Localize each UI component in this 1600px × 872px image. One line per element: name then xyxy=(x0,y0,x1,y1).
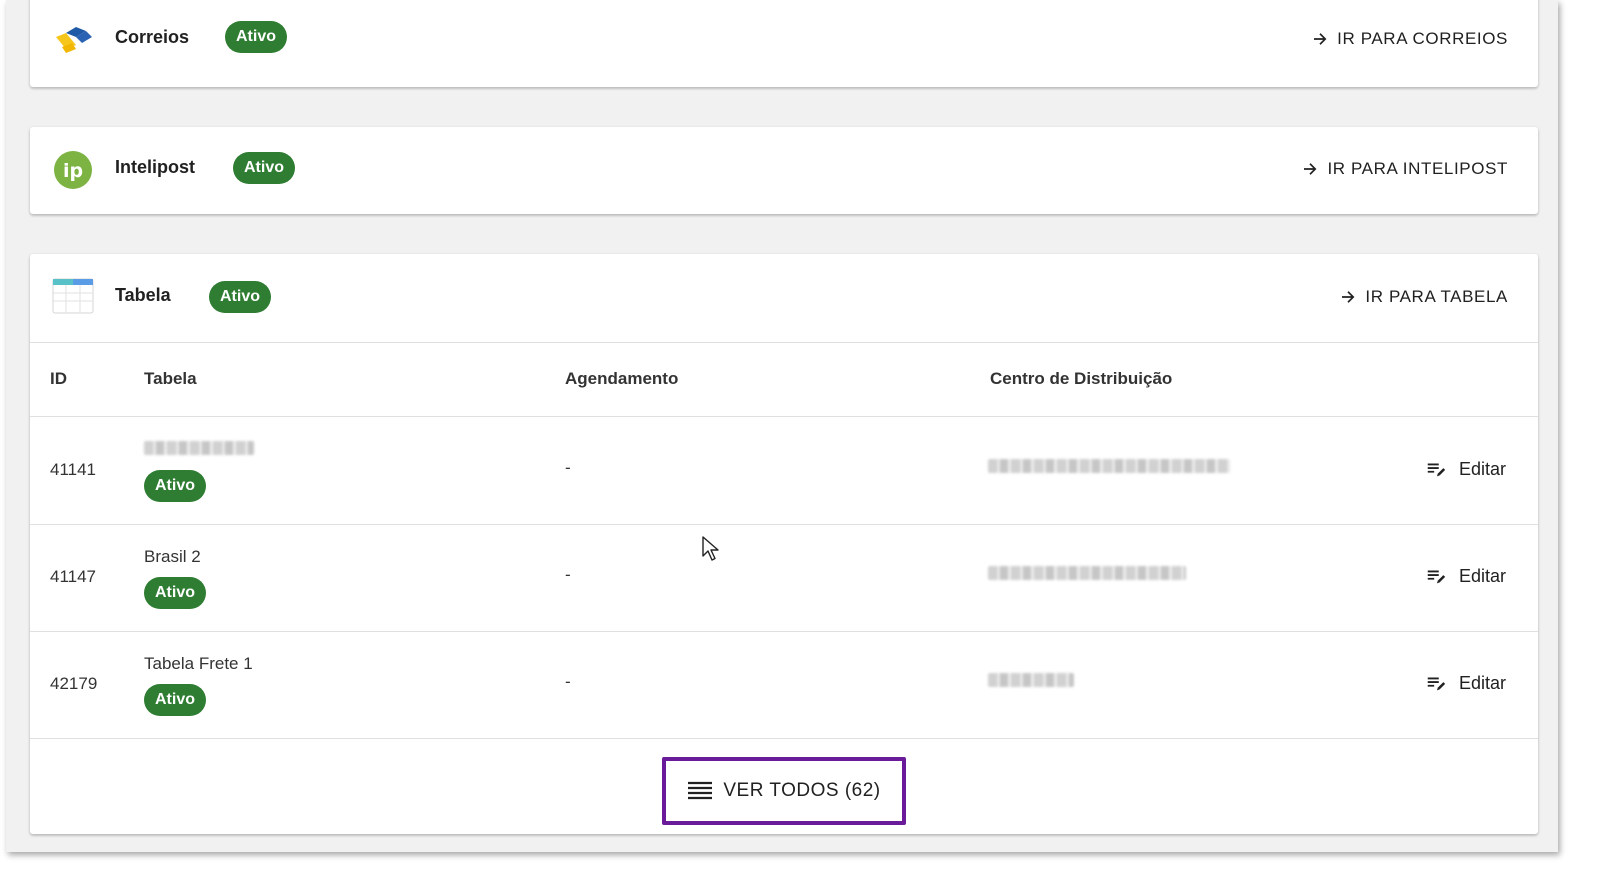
redacted-centro xyxy=(988,673,1074,687)
carrier-name: Correios xyxy=(115,27,190,47)
status-badge: Ativo xyxy=(144,684,206,716)
column-header-agendamento: Agendamento xyxy=(565,369,679,388)
row-id: 41147 xyxy=(50,567,97,586)
carrier-name: Tabela xyxy=(115,285,171,305)
arrow-right-icon xyxy=(1304,163,1317,175)
table-row: 42179 Tabela Frete 1 Ativo - Editar xyxy=(30,632,1538,739)
carrier-name: Intelipost xyxy=(115,157,195,177)
goto-tabela-button[interactable]: IR PARA TABELA xyxy=(1339,287,1508,307)
redacted-name xyxy=(144,441,254,455)
arrow-right-icon xyxy=(1314,33,1327,45)
status-badge: Ativo xyxy=(144,577,206,609)
list-icon xyxy=(688,781,713,800)
view-all-button[interactable]: VER TODOS (62) xyxy=(662,757,906,825)
view-all-label: VER TODOS (62) xyxy=(723,780,881,801)
row-name xyxy=(144,440,254,460)
column-header-tabela: Tabela xyxy=(144,369,197,388)
goto-label: IR PARA TABELA xyxy=(1365,287,1508,306)
table-header: ID Tabela Agendamento Centro de Distribu… xyxy=(30,343,1538,417)
row-centro xyxy=(988,458,1230,478)
row-agendamento: - xyxy=(565,458,571,477)
redacted-centro xyxy=(988,566,1186,580)
edit-button[interactable]: Editar xyxy=(1425,672,1506,694)
table-row: 41141 Ativo - Editar xyxy=(30,418,1538,525)
column-header-id: ID xyxy=(50,369,67,388)
carrier-card-header: Correios Ativo IR PARA CORREIOS xyxy=(30,0,1538,86)
carrier-card-correios: Correios Ativo IR PARA CORREIOS xyxy=(30,0,1538,87)
carrier-card-intelipost: ip Intelipost Ativo IR PARA INTELIPOST xyxy=(30,127,1538,214)
row-agendamento: - xyxy=(565,672,571,691)
row-agendamento: - xyxy=(565,565,571,584)
goto-correios-button[interactable]: IR PARA CORREIOS xyxy=(1311,29,1508,49)
edit-label: Editar xyxy=(1458,672,1506,693)
table-row: 41147 Brasil 2 Ativo - Editar xyxy=(30,525,1538,632)
mouse-cursor-icon xyxy=(702,536,719,561)
status-badge: Ativo xyxy=(144,470,206,502)
arrow-right-icon xyxy=(1342,291,1355,303)
carrier-card-header: Tabela Ativo IR PARA TABELA xyxy=(30,254,1538,342)
row-id: 42179 xyxy=(50,674,98,693)
goto-label: IR PARA INTELIPOST xyxy=(1327,159,1508,178)
row-name-cell: Tabela Frete 1 Ativo xyxy=(144,654,253,716)
goto-label: IR PARA CORREIOS xyxy=(1337,29,1508,48)
row-centro xyxy=(988,565,1186,585)
edit-label: Editar xyxy=(1458,565,1506,586)
status-badge: Ativo xyxy=(225,21,287,53)
status-badge: Ativo xyxy=(209,281,271,313)
edit-button[interactable]: Editar xyxy=(1425,458,1506,480)
table-icon xyxy=(52,278,94,314)
edit-list-icon xyxy=(1427,570,1446,584)
edit-label: Editar xyxy=(1458,458,1506,479)
edit-list-icon xyxy=(1427,463,1446,477)
redacted-centro xyxy=(988,459,1230,473)
row-name: Brasil 2 xyxy=(144,547,201,566)
row-id: 41141 xyxy=(50,460,97,479)
status-badge: Ativo xyxy=(233,152,295,184)
page-frame: Correios Ativo IR PARA CORREIOS ip Intel… xyxy=(6,0,1558,852)
row-name-cell: Brasil 2 Ativo xyxy=(144,547,206,609)
goto-intelipost-button[interactable]: IR PARA INTELIPOST xyxy=(1301,159,1508,179)
row-centro xyxy=(988,672,1074,692)
row-name-cell: Ativo xyxy=(144,440,254,502)
carrier-card-header: ip Intelipost Ativo IR PARA INTELIPOST xyxy=(30,127,1538,215)
edit-list-icon xyxy=(1427,677,1446,691)
edit-button[interactable]: Editar xyxy=(1425,565,1506,587)
column-header-centro: Centro de Distribuição xyxy=(990,369,1173,388)
table-footer: VER TODOS (62) xyxy=(30,740,1538,834)
svg-text:ip: ip xyxy=(63,160,83,182)
row-name: Tabela Frete 1 xyxy=(144,654,253,673)
intelipost-logo: ip xyxy=(54,151,92,189)
correios-logo xyxy=(56,27,92,53)
carrier-card-tabela: Tabela Ativo IR PARA TABELA ID Tabela Ag… xyxy=(30,254,1538,834)
